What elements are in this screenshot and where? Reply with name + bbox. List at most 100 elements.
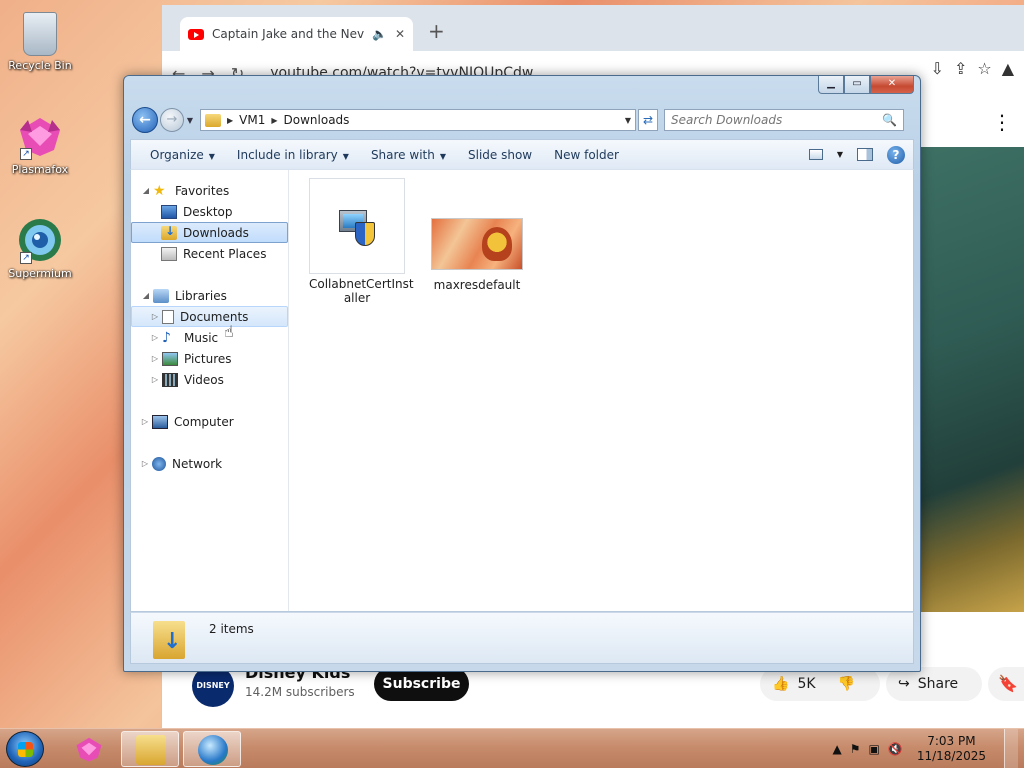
include-in-library-menu[interactable]: Include in library ▼ bbox=[226, 148, 360, 162]
file-item-image[interactable]: maxresdefault bbox=[429, 178, 525, 292]
expand-arrow-icon[interactable]: ▷ bbox=[138, 459, 152, 468]
desktop-icon-recycle-bin[interactable]: Recycle Bin bbox=[0, 8, 80, 72]
tree-item-computer[interactable]: ▷ Computer bbox=[131, 411, 288, 432]
speaker-icon[interactable]: 🔈 bbox=[372, 27, 387, 41]
command-bar: Organize ▼ Include in library ▼ Share with… bbox=[130, 139, 914, 169]
change-view-icon[interactable] bbox=[808, 149, 823, 160]
tree-item-favorites[interactable]: ◢ ★ Favorites bbox=[131, 180, 288, 201]
desktop-icon-label: Supermium bbox=[8, 267, 72, 280]
collapse-arrow-icon[interactable]: ◢ bbox=[139, 291, 153, 300]
browser-tab[interactable]: Captain Jake and the Never 🔈 ✕ bbox=[180, 17, 413, 51]
like-button[interactable]: 👍 5K 👎 bbox=[760, 667, 880, 701]
search-input[interactable] bbox=[671, 113, 883, 127]
maximize-button[interactable]: ▭ bbox=[844, 76, 870, 94]
search-box[interactable]: 🔍 bbox=[664, 109, 904, 131]
expand-arrow-icon[interactable]: ▷ bbox=[138, 417, 152, 426]
expand-arrow-icon[interactable]: ▷ bbox=[148, 375, 162, 384]
tree-item-recent-places[interactable]: Recent Places bbox=[131, 243, 288, 264]
tree-item-libraries[interactable]: ◢ Libraries bbox=[131, 285, 288, 306]
tree-item-network[interactable]: ▷ Network bbox=[131, 453, 288, 474]
bookmark-star-icon[interactable]: ☆ bbox=[977, 59, 991, 78]
network-status-icon[interactable]: ▣ bbox=[869, 742, 880, 756]
collapse-arrow-icon[interactable]: ◢ bbox=[139, 186, 153, 195]
help-icon[interactable]: ? bbox=[887, 145, 905, 164]
chevron-down-icon: ▼ bbox=[439, 151, 446, 161]
tree-item-documents[interactable]: ▷ Documents bbox=[131, 306, 288, 327]
expand-arrow-icon[interactable]: ▷ bbox=[148, 354, 162, 363]
taskbar: ▲ ⚑ ▣ 🔇 7:03 PM 11/18/2025 bbox=[0, 728, 1024, 768]
back-button[interactable]: ← bbox=[132, 107, 158, 133]
libraries-icon bbox=[153, 288, 169, 303]
address-dropdown-icon[interactable]: ▼ bbox=[625, 116, 631, 125]
more-options-icon[interactable]: ⋮ bbox=[992, 110, 1012, 134]
desktop-icon-plasmafox[interactable]: ↗ Plasmafox bbox=[0, 112, 80, 176]
clock[interactable]: 7:03 PM 11/18/2025 bbox=[917, 734, 986, 764]
video-player[interactable] bbox=[921, 147, 1024, 612]
taskbar-supermium[interactable] bbox=[183, 731, 241, 767]
share-button[interactable]: ↪ Share bbox=[886, 667, 982, 701]
close-tab-icon[interactable]: ✕ bbox=[395, 27, 405, 41]
save-bookmark-icon[interactable]: 🔖 bbox=[988, 667, 1024, 701]
new-folder-button[interactable]: New folder bbox=[543, 148, 630, 162]
browser-tab-strip: Captain Jake and the Never 🔈 ✕ + bbox=[162, 5, 1024, 51]
share-with-menu[interactable]: Share with ▼ bbox=[360, 148, 457, 162]
thumbs-down-icon[interactable]: 👎 bbox=[838, 676, 855, 692]
like-count: 5K bbox=[797, 676, 816, 692]
install-icon[interactable]: ⇩ bbox=[931, 59, 944, 78]
hand-cursor-icon: ☝ bbox=[224, 322, 234, 341]
expand-arrow-icon[interactable]: ▷ bbox=[148, 333, 162, 342]
tree-item-videos[interactable]: ▷ Videos bbox=[131, 369, 288, 390]
documents-icon bbox=[162, 309, 174, 324]
tree-item-music[interactable]: ▷ ♪ Music bbox=[131, 327, 288, 348]
shortcut-arrow-icon: ↗ bbox=[20, 252, 32, 264]
extension-icon[interactable]: ▲ bbox=[1002, 59, 1014, 78]
item-count: 2 items bbox=[209, 622, 254, 636]
file-list: CollabnetCertInst aller maxresdefault bbox=[289, 170, 913, 611]
search-icon[interactable]: 🔍 bbox=[882, 113, 897, 127]
breadcrumb-vm1[interactable]: VM1 bbox=[239, 113, 265, 127]
subscribe-button[interactable]: Subscribe bbox=[374, 667, 469, 701]
close-button[interactable]: ✕ bbox=[870, 76, 914, 94]
address-bar[interactable]: ▶ VM1 ▶ Downloads ▼ bbox=[200, 109, 636, 131]
tree-item-downloads[interactable]: Downloads bbox=[131, 222, 288, 243]
shortcut-arrow-icon: ↗ bbox=[20, 148, 32, 160]
file-name: maxresdefault bbox=[433, 278, 521, 292]
organize-menu[interactable]: Organize ▼ bbox=[139, 148, 226, 162]
plasmafox-icon bbox=[76, 737, 102, 762]
show-desktop-button[interactable] bbox=[1004, 729, 1018, 768]
file-name: CollabnetCertInst aller bbox=[309, 277, 414, 305]
breadcrumb-arrow-icon[interactable]: ▶ bbox=[271, 116, 277, 125]
start-button[interactable] bbox=[6, 731, 44, 767]
subscriber-count: 14.2M subscribers bbox=[245, 685, 355, 699]
window-controls: ▁ ▭ ✕ bbox=[818, 76, 914, 94]
tree-item-pictures[interactable]: ▷ Pictures bbox=[131, 348, 288, 369]
minimize-button[interactable]: ▁ bbox=[818, 76, 844, 94]
taskbar-explorer[interactable] bbox=[121, 731, 179, 767]
navigation-pane: ◢ ★ Favorites Desktop Downloads Recent P… bbox=[131, 170, 289, 611]
thumbs-up-icon: 👍 bbox=[772, 676, 790, 692]
expand-arrow-icon[interactable]: ▷ bbox=[148, 312, 162, 321]
recent-pages-dropdown-icon[interactable]: ▼ bbox=[184, 116, 196, 125]
refresh-icon[interactable]: ⇄ bbox=[638, 109, 658, 131]
new-tab-button[interactable]: + bbox=[428, 19, 445, 43]
file-item-installer[interactable]: CollabnetCertInst aller bbox=[309, 178, 414, 305]
taskbar-plasmafox[interactable] bbox=[60, 731, 118, 767]
breadcrumb-downloads[interactable]: Downloads bbox=[284, 113, 350, 127]
breadcrumb-arrow-icon[interactable]: ▶ bbox=[227, 116, 233, 125]
downloads-folder-icon bbox=[161, 224, 177, 240]
show-hidden-icons-icon[interactable]: ▲ bbox=[833, 742, 842, 756]
share-page-icon[interactable]: ⇪ bbox=[954, 59, 967, 78]
slide-show-button[interactable]: Slide show bbox=[457, 148, 543, 162]
preview-pane-icon[interactable] bbox=[857, 148, 873, 161]
downloads-folder-icon bbox=[153, 621, 185, 659]
tree-item-desktop[interactable]: Desktop bbox=[131, 201, 288, 222]
share-label: Share bbox=[917, 676, 959, 692]
action-center-flag-icon[interactable]: ⚑ bbox=[850, 742, 861, 756]
desktop-icon bbox=[161, 204, 177, 219]
chevron-down-icon: ▼ bbox=[208, 151, 215, 161]
volume-muted-icon[interactable]: 🔇 bbox=[888, 742, 903, 756]
file-thumbnail bbox=[309, 178, 405, 274]
forward-button[interactable]: → bbox=[160, 108, 184, 132]
view-dropdown-icon[interactable]: ▼ bbox=[837, 150, 843, 159]
desktop-icon-supermium[interactable]: ↗ Supermium bbox=[0, 216, 80, 280]
